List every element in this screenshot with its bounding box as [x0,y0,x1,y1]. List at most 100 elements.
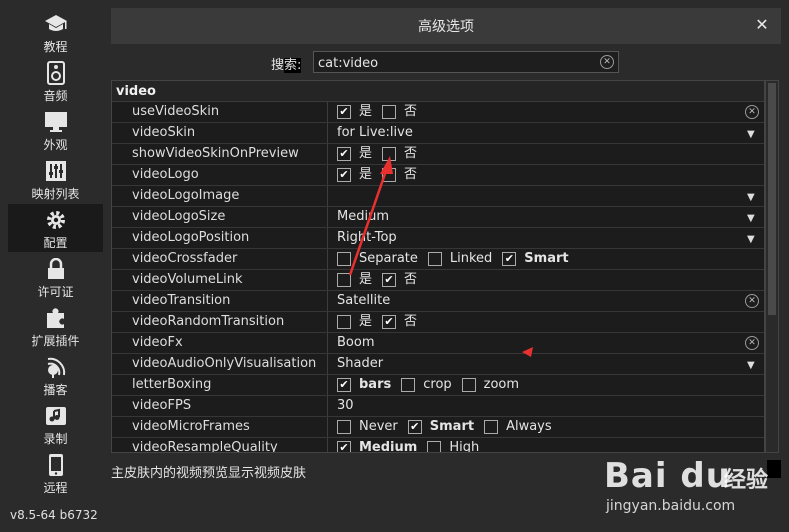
table-row[interactable]: videoTransition Satellite ✕ [112,291,764,312]
graduation-cap-icon [44,12,68,36]
checkbox-linked[interactable] [427,252,442,266]
table-row[interactable]: videoLogoImage ▼ [112,186,764,207]
table-row[interactable]: videoLogoSize Medium ▼ [112,207,764,228]
nav-item-extensions[interactable]: 扩展插件 [8,302,103,350]
table-row[interactable]: videoMicroFrames Never ✔ Smart Always [112,417,764,438]
nav-item-appearance[interactable]: 外观 [8,106,103,154]
puzzle-icon [44,306,68,330]
property-name: videoAudioOnlyVisualisation [112,354,328,374]
table-row[interactable]: videoFPS 30 [112,396,764,417]
option-label: Always [506,419,552,434]
value-text: for Live:live [337,125,413,140]
checkbox-high[interactable] [427,441,442,452]
nav-item-broadcast[interactable]: 播客 [8,351,103,399]
property-name: videoLogoImage [112,186,328,206]
option-label: 否 [404,314,418,329]
scrollbar-thumb[interactable] [768,83,776,315]
option-label: 否 [404,272,418,287]
value-text: Shader [337,356,384,371]
reset-icon[interactable]: ✕ [745,294,759,308]
nav-label: 扩展插件 [31,334,80,348]
baidu-watermark: Bai du 经验 jingyan.baidu.com [604,456,784,528]
dialog-title: 高级选项 [418,19,474,35]
nav-label: 教程 [43,40,68,54]
close-icon[interactable]: ✕ [753,16,771,34]
property-value[interactable]: for Live:live ▼ [333,123,763,143]
table-row[interactable]: videoLogoPosition Right-Top ▼ [112,228,764,249]
table-row[interactable]: videoSkin for Live:live ▼ [112,123,764,144]
nav-item-record[interactable]: 录制 [8,400,103,448]
reset-icon[interactable]: ✕ [745,105,759,119]
search-row: 搜索: ✕ [111,50,781,74]
nav-label: 远程 [43,481,68,495]
version-label: v8.5-64 b6732 [10,508,98,522]
property-value: Never ✔ Smart Always [333,417,763,437]
checkbox-yes[interactable] [337,315,351,329]
property-value: 是 ✔ 否 [333,312,763,332]
checkbox-medium[interactable]: ✔ [337,441,351,452]
property-value: ✔ Medium High [333,438,763,453]
nav-item-config[interactable]: 配置 [8,204,103,252]
option-label: 是 [359,104,373,119]
property-name: videoTransition [112,291,328,311]
property-name: videoVolumeLink [112,270,328,290]
table-row[interactable]: useVideoSkin ✔ 是 否 ✕ [112,102,764,123]
checkbox-zoom[interactable] [461,378,476,392]
property-value[interactable]: Satellite ✕ [333,291,763,311]
nav-item-mapping-list[interactable]: 映射列表 [8,155,103,203]
property-name: videoResampleQuality [112,438,328,452]
option-label: 否 [404,167,418,182]
chevron-down-icon[interactable]: ▼ [747,356,757,371]
table-row[interactable]: showVideoSkinOnPreview ✔ 是 否 [112,144,764,165]
table-row[interactable]: videoCrossfader Separate Linked ✔ Smart [112,249,764,270]
checkbox-smart[interactable]: ✔ [502,252,517,266]
option-label: High [449,440,480,453]
property-value: ✔ bars crop zoom [333,375,763,395]
chevron-down-icon[interactable]: ▼ [747,188,757,203]
checkbox-always[interactable] [484,420,499,434]
search-input[interactable] [314,53,594,74]
table-row[interactable]: videoRandomTransition 是 ✔ 否 [112,312,764,333]
option-label: Smart [429,419,475,434]
table-scrollbar[interactable] [765,80,779,453]
property-name: videoSkin [112,123,328,143]
nav-label: 映射列表 [31,187,80,201]
option-label: zoom [483,377,520,392]
option-label: Medium [359,440,418,453]
clear-search-icon[interactable]: ✕ [600,55,614,69]
nav-item-remote[interactable]: 远程 [8,449,103,497]
checkbox-no[interactable]: ✔ [382,315,397,329]
search-label-highlight: 索: [284,58,302,73]
nav-item-tutorial[interactable]: 教程 [8,8,103,56]
table-row[interactable]: videoFx Boom ✕ [112,333,764,354]
nav-label: 播客 [43,383,68,397]
checkbox-crop[interactable] [401,378,416,392]
chevron-down-icon[interactable]: ▼ [747,230,757,245]
table-row[interactable]: videoResampleQuality ✔ Medium High [112,438,764,453]
property-value[interactable]: 30 [333,396,763,416]
property-value[interactable]: Shader ▼ [333,354,763,374]
search-box: ✕ [313,51,619,74]
checkbox-smart[interactable]: ✔ [407,420,422,434]
nav-item-license[interactable]: 许可证 [8,253,103,301]
table-row[interactable]: videoVolumeLink 是 ✔ 否 [112,270,764,291]
table-row[interactable]: videoAudioOnlyVisualisation Shader ▼ [112,354,764,375]
group-header[interactable]: video [112,81,764,102]
property-value[interactable]: Boom ✕ [333,333,763,353]
table-row[interactable]: videoLogo ✔ 是 否 [112,165,764,186]
equalizer-icon [44,159,68,183]
dialog-titlebar: 高级选项 ✕ [111,8,781,44]
nav-label: 录制 [43,432,68,446]
checkbox-bars[interactable]: ✔ [337,378,351,392]
value-text: 30 [337,398,354,413]
reset-icon[interactable]: ✕ [745,336,759,350]
chevron-down-icon[interactable]: ▼ [747,125,757,140]
nav-item-audio[interactable]: 音频 [8,57,103,105]
chevron-down-icon[interactable]: ▼ [747,209,757,224]
property-name: videoCrossfader [112,249,328,269]
checkbox-never[interactable] [337,420,351,434]
table-row[interactable]: letterBoxing ✔ bars crop zoom [112,375,764,396]
checkbox-no[interactable] [382,105,397,119]
watermark-url: jingyan.baidu.com [606,498,736,514]
checkbox-yes[interactable]: ✔ [337,105,351,119]
